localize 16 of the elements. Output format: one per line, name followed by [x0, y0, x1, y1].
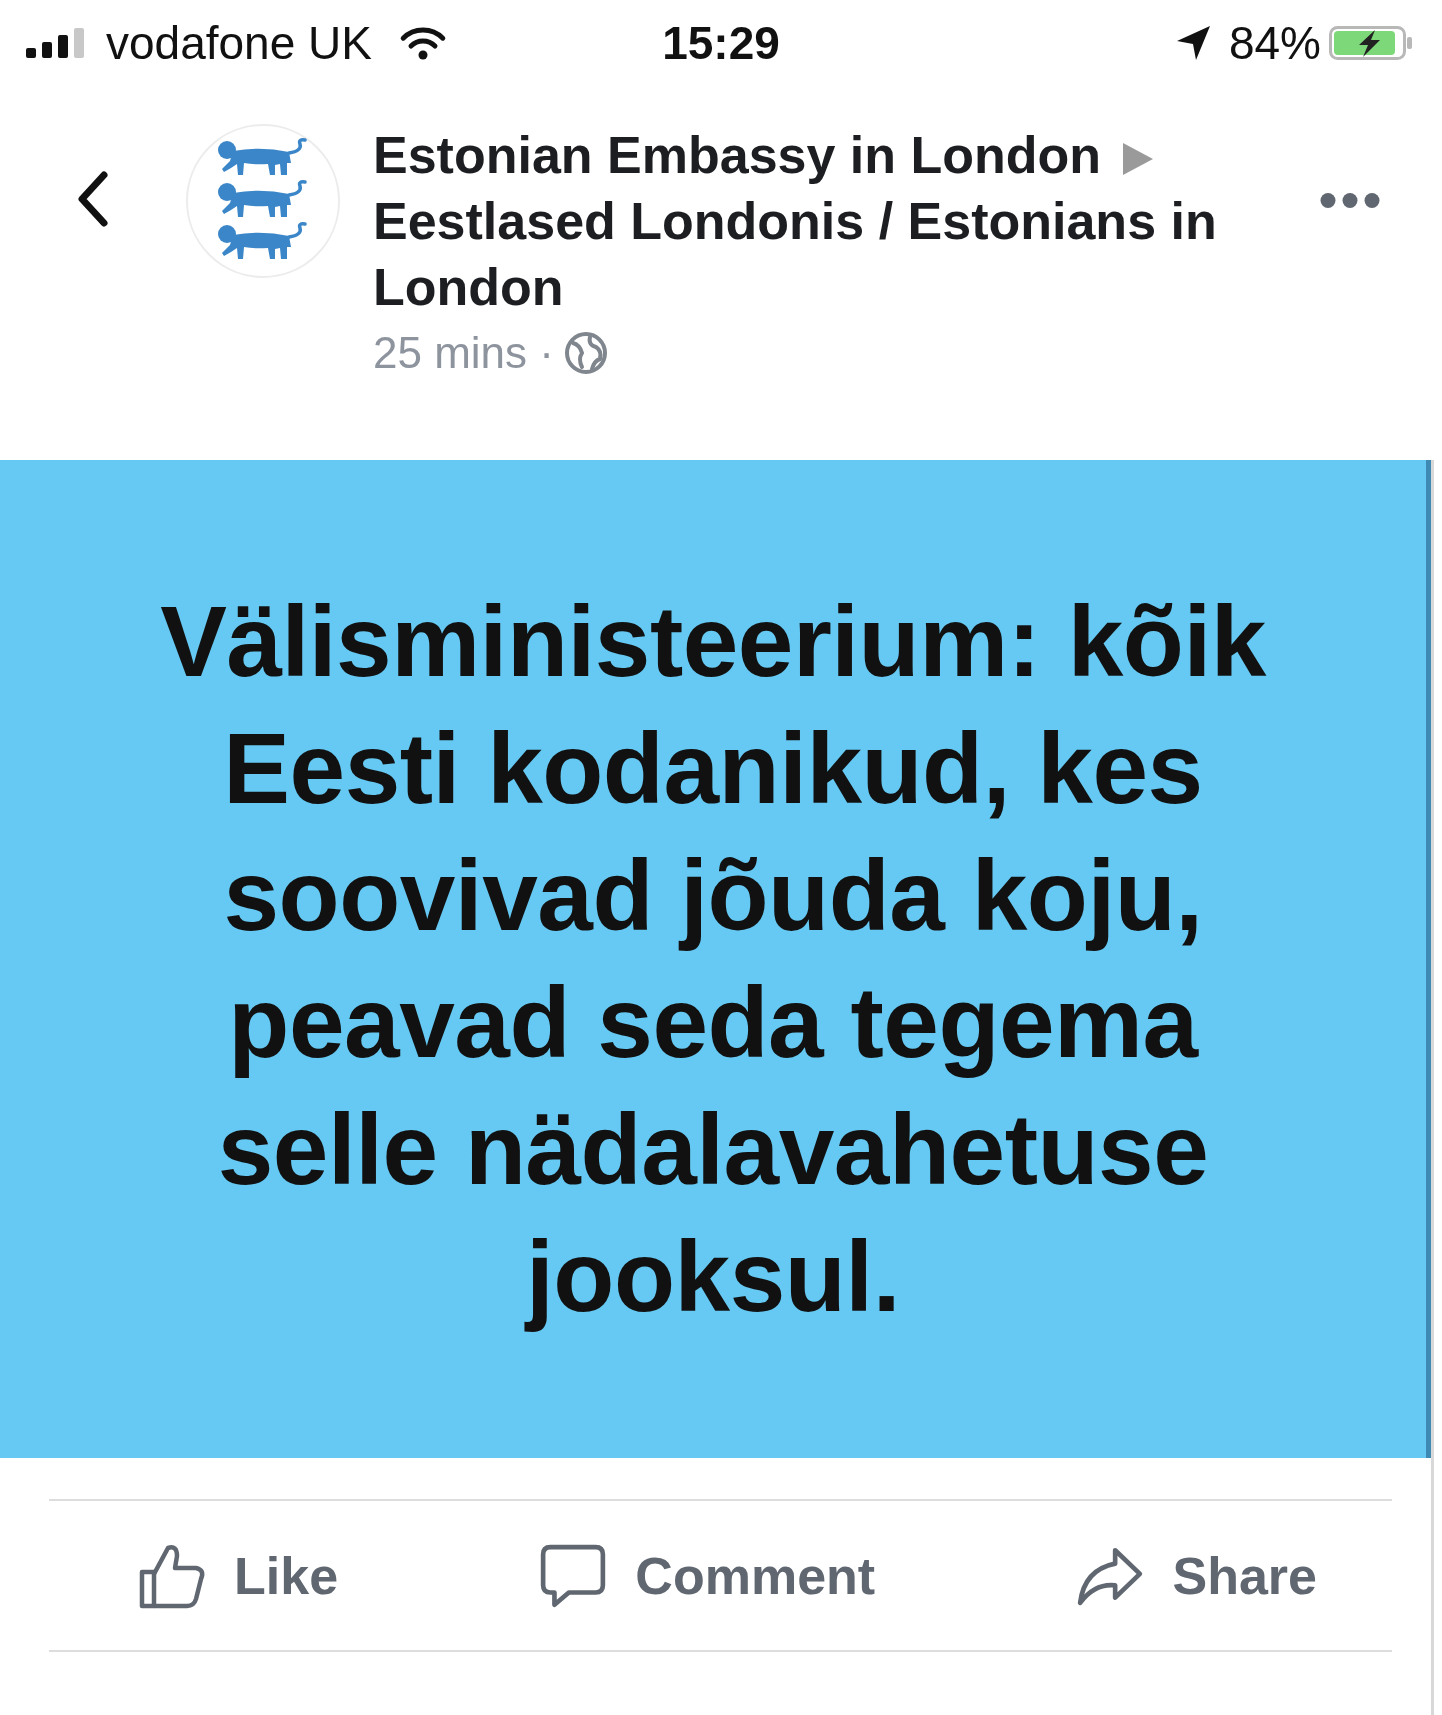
triangle-icon	[1123, 143, 1154, 175]
lions-avatar-icon[interactable]	[185, 123, 341, 279]
battery-percent: 84%	[1228, 15, 1321, 70]
carrier-name: vodafone UK	[106, 15, 372, 70]
more-options-icon[interactable]	[1320, 192, 1380, 209]
like-button[interactable]: Like	[138, 1541, 339, 1610]
location-arrow-icon	[1175, 24, 1211, 61]
share-button[interactable]: Share	[1076, 1541, 1317, 1610]
clock-time: 15:29	[662, 15, 780, 70]
group-name[interactable]: Eestlased Londonis / Estonians in London	[373, 188, 1273, 320]
signal-icon	[26, 27, 87, 58]
page-name[interactable]: Estonian Embassy in London	[373, 126, 1102, 184]
comment-button[interactable]: Comment	[539, 1541, 876, 1610]
post-text: Välisministeerium: kõik Eesti kodanikud, kes soovivad jõuda koju, peavad seda tegema selle nädalavahetuse jooksul.	[159, 584, 1268, 1334]
post-time: 25 mins ·	[373, 328, 554, 378]
globe-icon	[563, 331, 608, 375]
